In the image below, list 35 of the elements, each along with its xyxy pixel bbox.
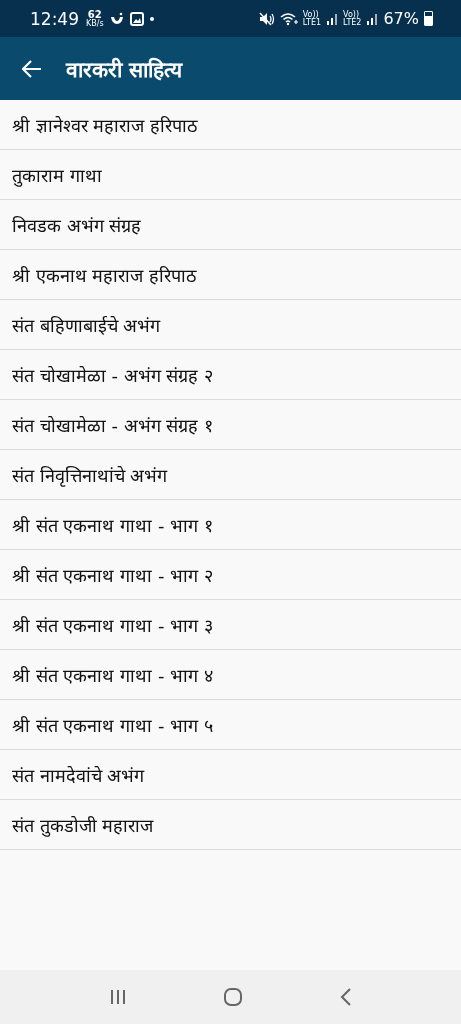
list-item[interactable]: श्री संत एकनाथ गाथा - भाग ५ (0, 700, 461, 750)
signal-icon (326, 12, 339, 25)
list-item[interactable]: श्री संत एकनाथ गाथा - भाग ४ (0, 650, 461, 700)
wifi-icon (279, 11, 298, 26)
network-speed-value: 62 (87, 9, 102, 20)
back-icon[interactable] (339, 987, 354, 1007)
list-item[interactable]: श्री संत एकनाथ गाथा - भाग १ (0, 500, 461, 550)
list-item[interactable]: श्री एकनाथ महाराज हरिपाठ (0, 250, 461, 300)
network-speed-unit: KB/s (86, 19, 104, 28)
status-time: 12:49 (30, 8, 79, 29)
mute-icon (258, 11, 275, 26)
list-item[interactable]: संत निवृत्तिनाथांचे अभंग (0, 450, 461, 500)
image-icon (129, 11, 144, 26)
volte-label: Vo)) (302, 10, 319, 19)
screen-title: वारकरी साहित्य (66, 56, 183, 83)
list-item[interactable]: तुकाराम गाथा (0, 150, 461, 200)
list-item[interactable]: श्री संत एकनाथ गाथा - भाग २ (0, 550, 461, 600)
list-item[interactable]: श्री संत एकनाथ गाथा - भाग ३ (0, 600, 461, 650)
hook-icon (108, 11, 125, 26)
home-icon[interactable] (223, 987, 244, 1007)
list-item[interactable]: संत नामदेवांचे अभंग (0, 750, 461, 800)
list-item[interactable]: संत चोखामेळा - अभंग संग्रह २ (0, 350, 461, 400)
volte-label: Vo)) (343, 10, 360, 19)
list-item[interactable]: निवडक अभंग संग्रह (0, 200, 461, 250)
lte-label: LTE2 (343, 18, 362, 27)
battery-icon (424, 11, 433, 26)
list-item[interactable]: श्री ज्ञानेश्वर महाराज हरिपाठ (0, 100, 461, 150)
lte-label: LTE1 (302, 18, 322, 27)
list-item[interactable]: संत तुकडोजी महाराज (0, 800, 461, 850)
dot-icon (148, 15, 155, 22)
signal-icon (366, 12, 379, 25)
battery-percent: 67% (383, 9, 419, 28)
list-item[interactable]: संत चोखामेळा - अभंग संग्रह १ (0, 400, 461, 450)
back-arrow-icon (22, 59, 42, 78)
list-item[interactable]: संत बहिणाबाईचे अभंग (0, 300, 461, 350)
